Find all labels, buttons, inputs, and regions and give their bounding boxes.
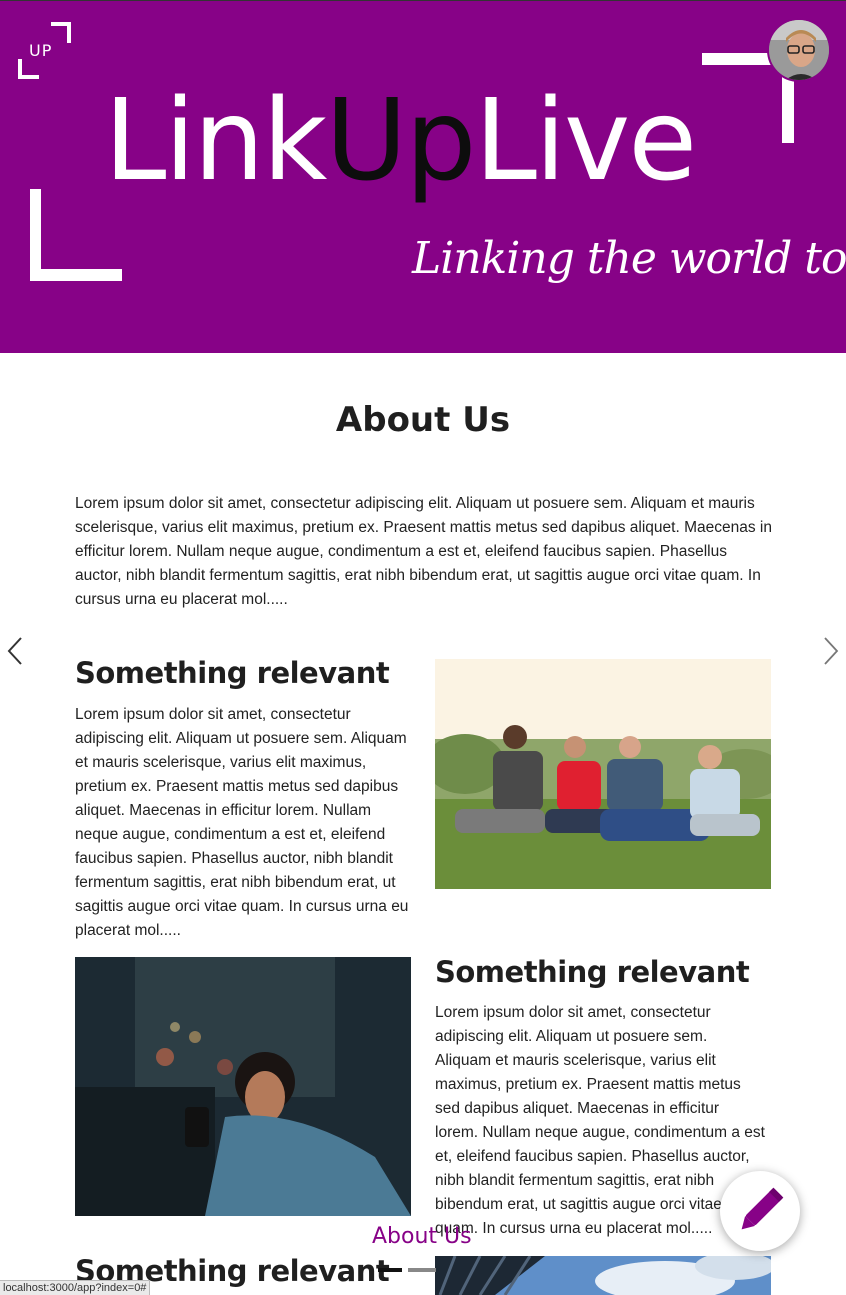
avatar-image — [769, 20, 829, 80]
friends-sitting-on-grass-photo — [435, 659, 771, 889]
woman-looking-at-phone-photo — [75, 957, 411, 1216]
section-2-text: Lorem ipsum dolor sit amet, consectetur … — [435, 1004, 765, 1237]
section-1-title: Something relevant — [75, 656, 390, 690]
section-1-text: Lorem ipsum dolor sit amet, consectetur … — [75, 706, 409, 939]
intro-paragraph: Lorem ipsum dolor sit amet, consectetur … — [75, 495, 772, 608]
section-2-title: Something relevant — [435, 955, 750, 989]
brand-tagline: Linking the world together — [412, 233, 846, 284]
building-and-sky-photo — [435, 1256, 771, 1295]
user-avatar[interactable] — [767, 18, 831, 82]
chevron-left-icon[interactable] — [4, 634, 26, 668]
up-logo-text: UP — [29, 41, 53, 60]
scroll-indicator — [378, 1268, 436, 1272]
page-title: About Us — [335, 400, 511, 440]
header-banner: UP LinkUpLive Linking the world together — [0, 0, 846, 353]
edit-button[interactable] — [720, 1171, 800, 1251]
chevron-right-icon[interactable] — [820, 634, 842, 668]
pencil-icon — [741, 1187, 784, 1230]
brand-part-live: Live — [474, 76, 697, 206]
brand-wordmark: LinkUpLive — [104, 85, 697, 197]
current-section-label: About Us — [372, 1224, 472, 1249]
status-bar-url: localhost:3000/app?index=0# — [0, 1280, 151, 1295]
brand-part-link: Link — [104, 76, 327, 206]
brand-part-up: Up — [325, 76, 476, 206]
